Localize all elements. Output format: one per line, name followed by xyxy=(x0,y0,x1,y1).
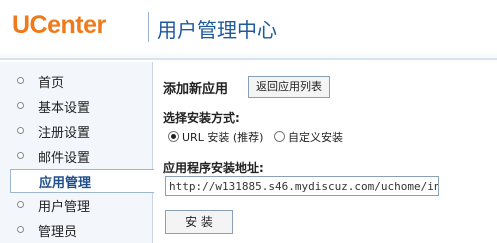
install-button[interactable]: 安 装 xyxy=(165,210,233,234)
install-method-options: URL 安装 (推荐) 自定义安装 xyxy=(152,129,497,145)
bullet-icon xyxy=(17,102,24,109)
sidebar-item-label: 应用管理 xyxy=(39,176,92,191)
sidebar-item-app-management[interactable]: 应用管理 xyxy=(10,169,154,193)
sidebar-item-label: 邮件设置 xyxy=(38,151,91,166)
bullet-icon xyxy=(17,152,24,159)
header-divider xyxy=(148,12,149,42)
sidebar: 首页 基本设置 注册设置 邮件设置 应用管理 用户管理 管理员 xyxy=(0,62,154,243)
bullet-icon xyxy=(17,77,24,84)
header-rule xyxy=(0,58,497,60)
bullet-icon xyxy=(17,127,24,134)
sidebar-item-admins[interactable]: 管理员 xyxy=(12,219,150,241)
sidebar-item-user-management[interactable]: 用户管理 xyxy=(12,194,150,216)
sidebar-item-mail-settings[interactable]: 邮件设置 xyxy=(12,145,150,167)
sidebar-item-label: 用户管理 xyxy=(38,200,91,215)
sidebar-item-label: 基本设置 xyxy=(38,101,91,116)
header: UCenter 用户管理中心 xyxy=(0,0,497,60)
custom-install-radio[interactable] xyxy=(274,131,285,142)
install-url-input[interactable]: http://w131885.s46.mydiscuz.com/uchome/i… xyxy=(165,176,439,196)
page-title: 用户管理中心 xyxy=(157,18,277,42)
back-to-app-list-button[interactable]: 返回应用列表 xyxy=(248,76,330,98)
install-url-label: 应用程序安装地址: xyxy=(163,161,264,175)
custom-install-label[interactable]: 自定义安装 xyxy=(288,129,343,145)
sidebar-item-label: 首页 xyxy=(38,76,65,91)
sidebar-item-register-settings[interactable]: 注册设置 xyxy=(12,120,150,142)
ucenter-logo: UCenter xyxy=(12,11,106,39)
section-title: 添加新应用 xyxy=(163,82,229,97)
url-install-label[interactable]: URL 安装 (推荐) xyxy=(182,129,263,145)
bullet-icon xyxy=(17,201,24,208)
sidebar-item-label: 注册设置 xyxy=(38,126,91,141)
url-install-radio[interactable] xyxy=(168,131,179,142)
sidebar-item-basic-settings[interactable]: 基本设置 xyxy=(12,95,150,117)
install-method-label: 选择安装方式: xyxy=(163,111,240,125)
sidebar-item-label: 管理员 xyxy=(38,225,78,240)
main-panel: 添加新应用 返回应用列表 选择安装方式: URL 安装 (推荐) 自定义安装 应… xyxy=(152,62,497,243)
bullet-icon xyxy=(17,226,24,233)
sidebar-item-home[interactable]: 首页 xyxy=(12,70,150,92)
